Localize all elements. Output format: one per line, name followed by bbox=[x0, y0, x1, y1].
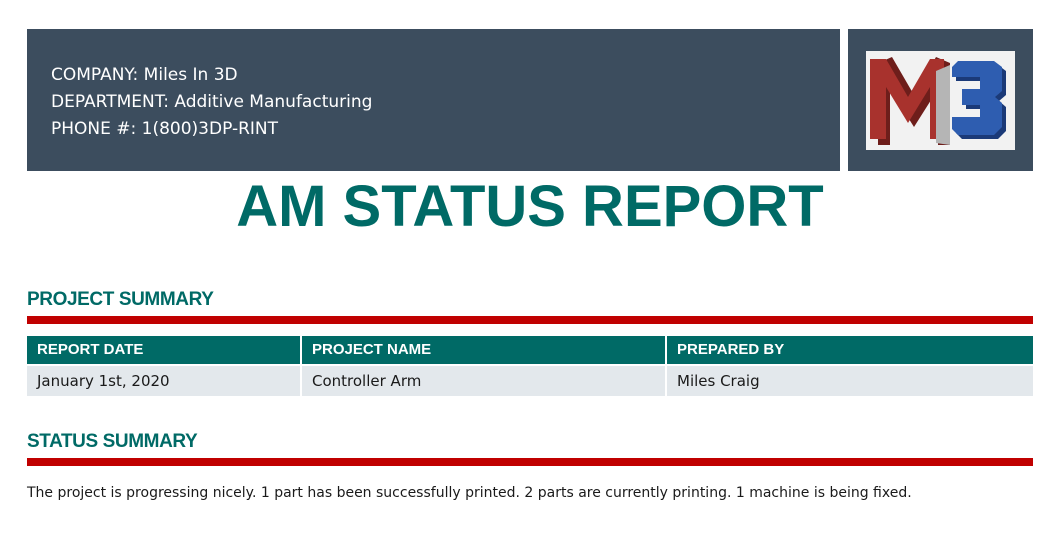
mi3-letters-logo-icon bbox=[866, 51, 1015, 150]
column-header-prepared-by: PREPARED BY bbox=[667, 336, 1033, 364]
status-summary-divider bbox=[27, 458, 1033, 466]
status-summary-heading: STATUS SUMMARY bbox=[27, 431, 198, 452]
logo-m bbox=[870, 59, 944, 139]
company-info-panel: COMPANY: Miles In 3D DEPARTMENT: Additiv… bbox=[27, 29, 840, 171]
status-summary-text: The project is progressing nicely. 1 par… bbox=[27, 485, 912, 501]
column-header-report-date: REPORT DATE bbox=[27, 336, 300, 364]
company-line: COMPANY: Miles In 3D bbox=[51, 65, 238, 85]
column-header-project-name: PROJECT NAME bbox=[302, 336, 665, 364]
logo-i-bar bbox=[936, 65, 950, 145]
project-summary-heading: PROJECT SUMMARY bbox=[27, 289, 214, 310]
cell-project-name: Controller Arm bbox=[302, 366, 665, 396]
cell-prepared-by: Miles Craig bbox=[667, 366, 1033, 396]
page-title: AM STATUS REPORT bbox=[236, 174, 824, 239]
project-summary-divider bbox=[27, 316, 1033, 324]
cell-report-date: January 1st, 2020 bbox=[27, 366, 300, 396]
logo-three bbox=[952, 61, 1002, 135]
logo-svg bbox=[870, 57, 1006, 145]
company-info-text: COMPANY: Miles In 3D DEPARTMENT: Additiv… bbox=[51, 62, 372, 143]
logo-panel bbox=[848, 29, 1033, 171]
phone-line: PHONE #: 1(800)3DP-RINT bbox=[51, 119, 279, 139]
department-line: DEPARTMENT: Additive Manufacturing bbox=[51, 92, 373, 112]
